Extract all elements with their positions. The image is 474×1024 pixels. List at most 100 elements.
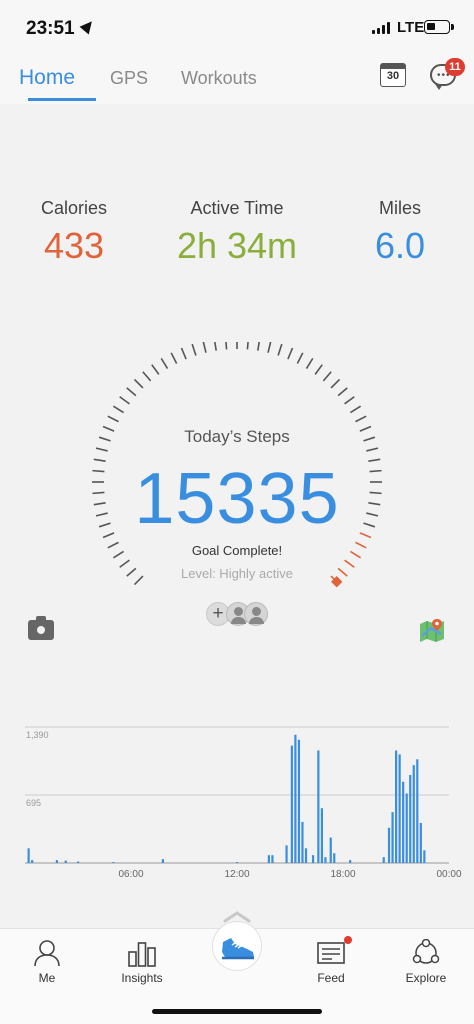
- messages-badge: 11: [445, 58, 465, 76]
- activity-level: Level: Highly active: [181, 566, 293, 581]
- chart-bar: [402, 781, 405, 863]
- gauge-tick: [225, 342, 228, 350]
- shoe-icon: [222, 938, 254, 960]
- chart-bar: [290, 745, 293, 863]
- gauge-tick: [160, 357, 169, 370]
- x-tick-label: 00:00: [436, 869, 461, 880]
- y-tick-label: 695: [26, 798, 41, 808]
- network-label: LTE: [397, 19, 425, 36]
- gauge-tick: [126, 387, 137, 397]
- news-icon: [317, 942, 345, 964]
- chart-bar: [416, 759, 419, 863]
- gauge-tick: [133, 378, 144, 389]
- chart-bar: [387, 827, 391, 863]
- chart-bar: [55, 860, 58, 863]
- chart-bar: [391, 812, 394, 863]
- x-tick-label: 06:00: [118, 869, 143, 880]
- camera-icon[interactable]: [28, 616, 54, 640]
- gauge-tick: [191, 343, 197, 356]
- gauge-tick: [344, 396, 355, 405]
- nav-feed-label: Feed: [317, 971, 345, 985]
- bar-chart-icon: [128, 942, 156, 967]
- gauge-tick: [107, 415, 119, 423]
- chart-bar: [320, 808, 323, 863]
- active-time-value: 2h 34m: [176, 225, 298, 266]
- chart-bar: [27, 848, 30, 863]
- gauge-tick: [277, 343, 283, 356]
- gauge-tick: [119, 396, 130, 405]
- people-icon: [412, 939, 440, 964]
- gauge-tick: [296, 352, 304, 364]
- miles-label: Miles: [378, 198, 421, 218]
- chart-bar: [161, 859, 164, 863]
- gauge-tick: [355, 415, 367, 423]
- chart-bar: [271, 855, 274, 863]
- chart-bar: [64, 860, 67, 863]
- gauge-tick: [246, 342, 249, 350]
- nav-feed[interactable]: Feed: [286, 939, 376, 985]
- gauge-tick: [214, 342, 217, 351]
- tab-home[interactable]: Home: [19, 66, 75, 90]
- steps-value[interactable]: 15335: [0, 458, 474, 540]
- nav-me[interactable]: Me: [2, 939, 92, 985]
- gauge-tick: [151, 364, 160, 375]
- gauge-tick: [337, 387, 348, 397]
- calories-stat[interactable]: Calories 433: [0, 198, 154, 267]
- battery-icon: [424, 20, 454, 34]
- top-nav: Home GPS Workouts 30 ••• 11: [0, 56, 474, 104]
- friend-avatar[interactable]: [244, 602, 268, 626]
- gauge-tick: [180, 347, 187, 360]
- gauge-tick: [257, 342, 260, 351]
- chart-bar: [398, 754, 401, 863]
- gauge-tick: [142, 371, 152, 382]
- chart-bar: [285, 845, 288, 863]
- gauge-tick: [95, 447, 108, 452]
- gauge-tick: [170, 352, 178, 364]
- tab-gps[interactable]: GPS: [110, 68, 148, 89]
- nav-insights[interactable]: Insights: [97, 939, 187, 985]
- map-icon[interactable]: [419, 618, 445, 642]
- miles-value: 6.0: [374, 225, 426, 266]
- chart-bar: [267, 855, 270, 863]
- nav-explore-label: Explore: [405, 971, 447, 985]
- active-time-stat[interactable]: Active Time 2h 34m: [157, 198, 317, 267]
- chart-bar: [333, 853, 336, 863]
- hourly-steps-chart[interactable]: 1,390 695 06:00 12:00 18:00 00:00: [0, 720, 474, 885]
- gauge-tick: [287, 347, 294, 360]
- activity-center-button[interactable]: [212, 921, 262, 971]
- calories-label: Calories: [40, 198, 108, 218]
- nav-explore[interactable]: Explore: [381, 939, 471, 985]
- feed-notification-dot: [344, 936, 352, 944]
- gauge-tick: [267, 342, 272, 353]
- tab-workouts[interactable]: Workouts: [181, 68, 257, 89]
- y-tick-label: 1,390: [26, 730, 49, 740]
- chart-bar: [324, 857, 327, 863]
- miles-stat[interactable]: Miles 6.0: [320, 198, 474, 267]
- chart-bar: [112, 862, 115, 863]
- chart-bar: [31, 860, 34, 863]
- gauge-tick: [305, 357, 314, 370]
- chart-bar: [409, 774, 412, 863]
- gauge-tick: [330, 378, 341, 389]
- calendar-day: 30: [386, 70, 400, 82]
- chart-bar: [311, 855, 315, 863]
- x-tick-label: 18:00: [330, 869, 355, 880]
- goal-status: Goal Complete!: [191, 543, 283, 558]
- gauge-tick: [202, 342, 207, 353]
- chart-bar: [423, 850, 426, 863]
- calories-value: 433: [43, 225, 105, 266]
- home-indicator: [152, 1009, 322, 1014]
- chart-bar: [382, 857, 385, 863]
- chart-bar: [419, 822, 422, 863]
- chart-bar: [297, 739, 301, 863]
- nav-insights-label: Insights: [121, 971, 163, 985]
- chart-bar: [77, 861, 80, 863]
- person-icon: [34, 940, 60, 967]
- gauge-tick: [112, 405, 125, 414]
- signal-icon: [372, 22, 390, 34]
- location-arrow-icon: [79, 17, 97, 35]
- calendar-icon[interactable]: 30: [380, 63, 406, 87]
- gauge-tick: [366, 447, 379, 452]
- chart-bar: [317, 750, 320, 863]
- bottom-nav: Me Insights Feed Explore: [0, 921, 474, 1024]
